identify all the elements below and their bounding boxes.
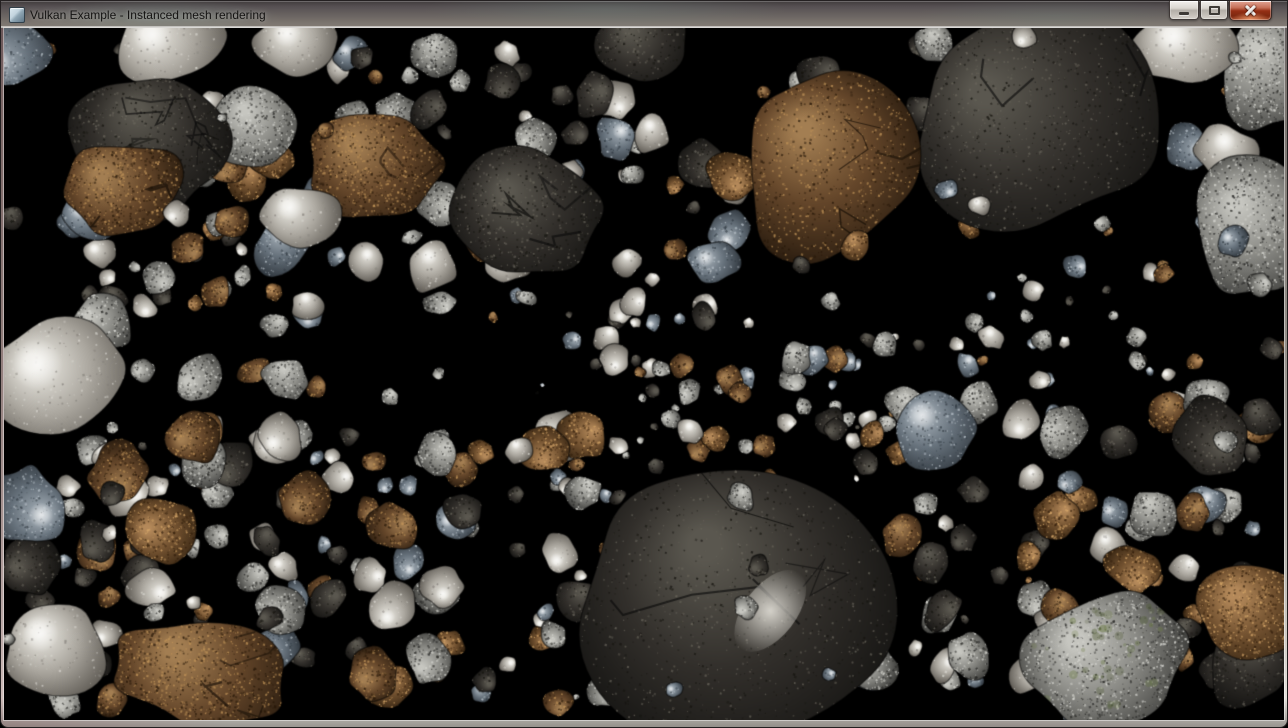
close-icon	[1243, 4, 1258, 17]
close-button[interactable]	[1229, 1, 1272, 21]
maximize-icon	[1209, 6, 1220, 15]
render-viewport[interactable]	[4, 28, 1284, 720]
minimize-button[interactable]	[1169, 1, 1199, 20]
window-title: Vulkan Example - Instanced mesh renderin…	[30, 8, 266, 22]
maximize-button[interactable]	[1200, 1, 1228, 20]
client-area	[4, 28, 1284, 720]
app-icon[interactable]	[9, 7, 25, 23]
minimize-icon	[1179, 12, 1189, 15]
window: Vulkan Example - Instanced mesh renderin…	[0, 0, 1288, 728]
title-bar[interactable]: Vulkan Example - Instanced mesh renderin…	[1, 1, 1287, 28]
caption-buttons	[1169, 1, 1272, 21]
